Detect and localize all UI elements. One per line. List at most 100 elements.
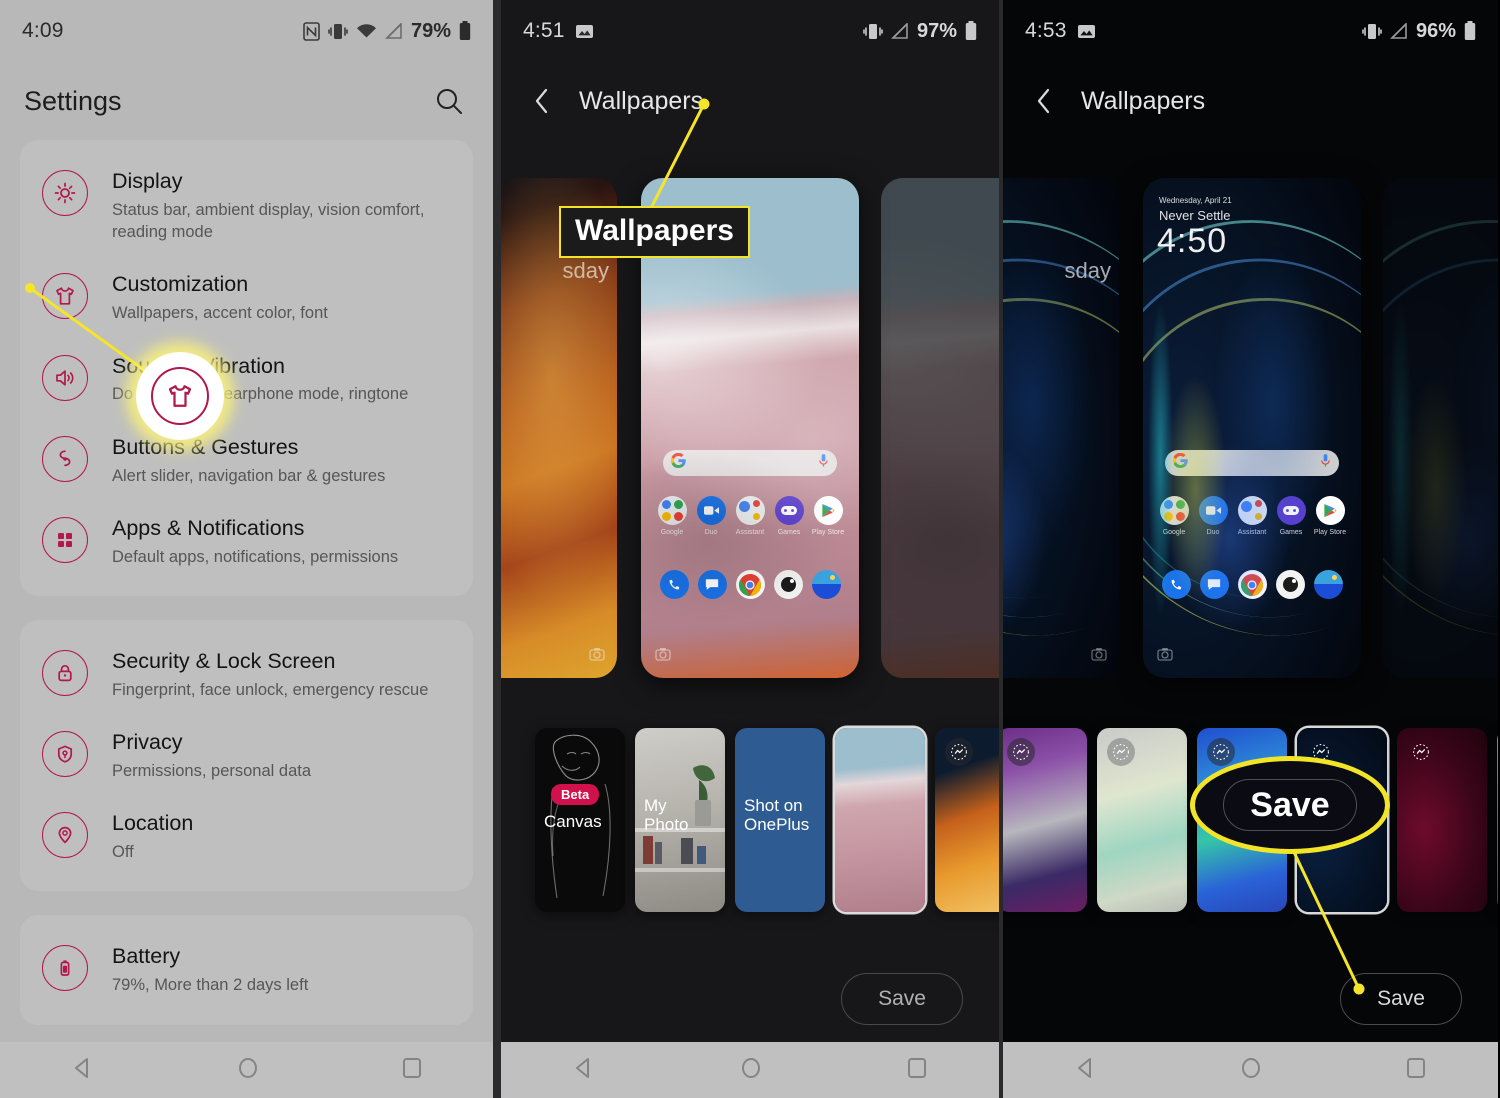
thumbnail-label: Shot on OnePlus [744,796,810,835]
settings-row-sound-vibration[interactable]: Sound & Vibration Do not disturb, earpho… [20,339,473,420]
thumbnail-orange-abstract[interactable] [935,728,999,912]
home-app-play-store[interactable]: Play Store [811,496,845,536]
phone-icon[interactable] [1161,570,1191,599]
google-search-bar[interactable] [1165,450,1339,476]
gallery-icon[interactable] [1313,570,1343,599]
home-app-row[interactable]: Google Duo Assistant Games Play Store [655,496,845,536]
badge-beta: Beta [551,784,600,805]
settings-row-subtitle: Default apps, notifications, permissions [112,547,399,566]
home-app-google[interactable]: Google [655,496,689,536]
thumbnail-pink-wave[interactable] [835,728,925,912]
settings-row-location[interactable]: Location Off [20,796,473,877]
page-title: Settings [24,85,122,116]
camera-shortcut-icon[interactable] [1091,647,1107,666]
settings-group-1: Display Status bar, ambient display, vis… [20,140,473,596]
callout-save: Save [1190,756,1390,854]
settings-row-customization[interactable]: Customization Wallpapers, accent color, … [20,257,473,338]
thumbnail-purple-abstract[interactable] [1003,728,1087,912]
thumbnail-shot-on-oneplus[interactable]: Shot on OnePlus [735,728,825,912]
back-triangle-icon[interactable] [1073,1055,1099,1086]
vibrate-icon [863,22,883,41]
home-circle-icon[interactable] [1238,1055,1264,1086]
home-app-google[interactable]: Google [1157,496,1191,536]
save-button[interactable]: Save [1340,973,1462,1025]
chrome-icon[interactable] [1237,570,1267,599]
thumbnail-canvas[interactable]: Beta Canvas [535,728,625,912]
thumbnail-violet-sunset[interactable] [1497,728,1498,912]
search-icon[interactable] [429,81,469,121]
gallery-icon[interactable] [811,570,841,599]
home-dock[interactable] [655,570,845,599]
chevron-left-icon[interactable] [1033,86,1067,116]
settings-row-title: Display [112,169,183,193]
home-app-games[interactable]: Games [772,496,806,536]
android-navbar-picker[interactable] [501,1042,999,1098]
status-time: 4:51 [523,19,565,42]
settings-row-title: Buttons & Gestures [112,434,299,459]
settings-row-subtitle: Wallpapers, accent color, font [112,304,328,323]
home-app-assistant[interactable]: Assistant [733,496,767,536]
thumbnail-my-photo[interactable]: My Photo [635,728,725,912]
home-app-assistant[interactable]: Assistant [1235,496,1269,536]
mic-icon[interactable] [818,453,829,473]
wallpaper-preview-next[interactable] [1383,178,1498,678]
messages-icon[interactable] [1199,570,1229,599]
mic-icon[interactable] [1320,453,1331,473]
home-circle-icon[interactable] [235,1055,261,1086]
image-icon [1077,23,1096,40]
settings-row-security-lock-screen[interactable]: Security & Lock Screen Fingerprint, face… [20,634,473,715]
back-triangle-icon[interactable] [70,1055,96,1086]
android-navbar-applied[interactable] [1003,1042,1498,1098]
status-bar-picker: 4:51 97% [501,0,999,62]
android-navbar-settings[interactable] [0,1042,493,1098]
chevron-left-icon[interactable] [531,86,565,116]
settings-row-buttons-gestures[interactable]: Buttons & Gestures Alert slider, navigat… [20,420,473,501]
recents-square-icon[interactable] [905,1055,929,1086]
home-app-duo[interactable]: Duo [694,496,728,536]
camera-shortcut-icon[interactable] [1157,647,1173,666]
home-app-duo[interactable]: Duo [1196,496,1230,536]
home-app-games[interactable]: Games [1274,496,1308,536]
wallpaper-preview-current[interactable]: Wednesday, April 21 Never Settle 4:50 Go… [1143,178,1361,678]
home-circle-icon[interactable] [738,1055,764,1086]
google-search-bar[interactable] [663,450,837,476]
grid-icon [42,516,88,563]
home-dock[interactable] [1157,570,1347,599]
settings-row-privacy[interactable]: Privacy Permissions, personal data [20,715,473,796]
save-button[interactable]: Save [841,973,963,1025]
home-app-label: Google [660,529,684,536]
oneplus-badge-icon [1007,738,1035,766]
wallpaper-preview-previous[interactable]: sday [1003,178,1119,678]
recents-square-icon[interactable] [1404,1055,1428,1086]
camera-shortcut-icon[interactable] [589,647,605,666]
messages-icon[interactable] [697,570,727,599]
save-row-applied: Save [1003,956,1498,1042]
settings-row-display[interactable]: Display Status bar, ambient display, vis… [20,154,473,257]
wallpaper-preview-carousel-applied[interactable]: sday Wednesday, April 21 Never Settle 4:… [1003,140,1498,705]
games-icon [774,496,804,525]
settings-list[interactable]: Display Status bar, ambient display, vis… [0,140,493,1098]
back-triangle-icon[interactable] [571,1055,597,1086]
home-app-play-store[interactable]: Play Store [1313,496,1347,536]
settings-row-battery[interactable]: Battery 79%, More than 2 days left [20,929,473,1010]
phone-icon[interactable] [659,570,689,599]
home-app-row[interactable]: Google Duo Assistant Games Play Store [1157,496,1347,536]
wallpaper-thumbnail-strip-picker[interactable]: Beta Canvas My Photo Shot on OnePlus [501,722,999,918]
recents-square-icon[interactable] [400,1055,424,1086]
duo-icon [696,496,726,525]
preview-day-fragment: sday [1064,258,1111,283]
camera-shortcut-icon[interactable] [655,647,671,666]
home-app-label: Assistant [735,529,765,536]
play-store-icon [813,496,843,525]
thumbnail-mint-abstract[interactable] [1097,728,1187,912]
google-folder-icon [1159,496,1189,525]
wallpaper-preview-next[interactable] [881,178,999,678]
camera-icon[interactable] [1275,570,1305,599]
settings-row-title: Customization [112,272,249,297]
settings-row-apps-notifications[interactable]: Apps & Notifications Default apps, notif… [20,501,473,582]
battery-icon [42,945,88,992]
chrome-icon[interactable] [735,570,765,599]
wifi-icon [356,23,377,39]
camera-icon[interactable] [773,570,803,599]
thumbnail-dark-red-flow[interactable] [1397,728,1487,912]
